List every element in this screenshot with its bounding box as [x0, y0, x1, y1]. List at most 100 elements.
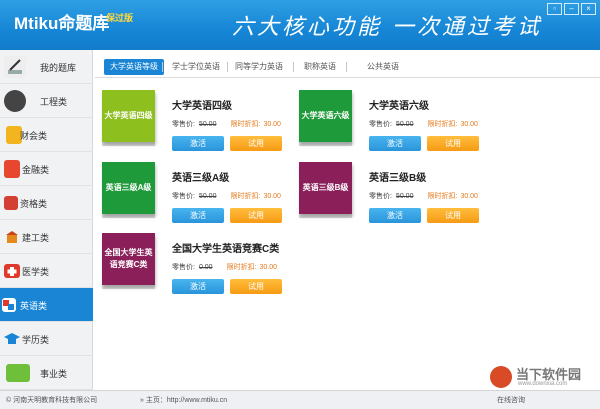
sidebar-item-english[interactable]: 英语类: [0, 288, 93, 322]
sidebar-item-accounting[interactable]: 财会类: [0, 118, 93, 152]
sidebar-item-label: 财会类: [20, 131, 48, 141]
sidebar-item-construction[interactable]: 建工类: [0, 220, 93, 254]
product-title: 大学英语六级: [369, 101, 429, 112]
discount-label: 限时折扣:: [230, 121, 261, 128]
construction-icon: [4, 229, 20, 245]
price-row: 零售价: 0.00 限时折扣: 30.00: [172, 262, 277, 272]
activate-button[interactable]: 激活: [369, 208, 421, 223]
discount-label: 限时折扣:: [226, 264, 257, 271]
product-cover[interactable]: 英语三级B级: [299, 162, 352, 218]
minimize-icon[interactable]: –: [564, 3, 579, 15]
retail-price-label: 零售价:: [369, 193, 392, 200]
watermark-url: www.downxia.com: [518, 381, 568, 387]
price-row: 零售价: 50.00 限时折扣: 30.00: [369, 191, 478, 201]
sidebar-item-finance[interactable]: 金融类: [0, 152, 93, 186]
trial-button[interactable]: 试用: [230, 208, 282, 223]
retail-price-label: 零售价:: [172, 264, 195, 271]
sidebar-item-label: 建工类: [22, 233, 50, 243]
product-title: 英语三级B级: [369, 173, 427, 184]
price-row: 零售价: 50.00 限时折扣: 30.00: [369, 119, 478, 129]
trial-button[interactable]: 试用: [230, 279, 282, 294]
retail-price: 0.00: [198, 264, 213, 271]
restore-icon[interactable]: ▫: [547, 3, 562, 15]
product-title: 英语三级A级: [172, 173, 230, 184]
pencil-icon: [4, 56, 26, 78]
product-card: 大学英语四级 大学英语四级 零售价: 50.00 限时折扣: 30.00 激活 试用: [102, 90, 292, 162]
trial-button[interactable]: 试用: [427, 208, 479, 223]
sidebar-item-label: 资格类: [20, 199, 48, 209]
retail-price: 50.00: [198, 121, 217, 128]
activate-button[interactable]: 激活: [172, 208, 224, 223]
qualification-icon: [4, 196, 18, 210]
retail-price-label: 零售价:: [172, 121, 195, 128]
trial-button[interactable]: 试用: [427, 136, 479, 151]
discount-price: 30.00: [460, 121, 478, 128]
sidebar-item-label: 学历类: [22, 335, 50, 345]
tab-bachelor-english[interactable]: 学士学位英语: [166, 59, 226, 75]
trial-button[interactable]: 试用: [230, 136, 282, 151]
discount-price: 30.00: [460, 193, 478, 200]
close-icon[interactable]: ×: [581, 3, 596, 15]
tab-separator: [293, 62, 294, 72]
product-card: 全国大学生英语竞赛C类 全国大学生英语竞赛C类 零售价: 0.00 限时折扣: 30.…: [102, 233, 292, 305]
window-controls: ▫ – ×: [547, 3, 596, 15]
price-row: 零售价: 50.00 限时折扣: 30.00: [172, 191, 281, 201]
engineering-icon: [4, 90, 26, 112]
retail-price: 50.00: [198, 193, 217, 200]
retail-price-label: 零售价:: [172, 193, 195, 200]
sidebar-item-engineering[interactable]: 工程类: [0, 84, 93, 118]
copyright-text: © 河南天明教育科技有限公司: [6, 397, 98, 404]
discount-label: 限时折扣:: [427, 193, 458, 200]
discount-price: 30.00: [263, 121, 281, 128]
status-bar: © 河南天明教育科技有限公司 » 主页：http://www.mtiku.cn …: [0, 390, 600, 409]
product-cover[interactable]: 大学英语六级: [299, 90, 352, 146]
watermark-logo-icon: [490, 366, 512, 388]
sidebar-item-label: 金融类: [22, 165, 50, 175]
sidebar-item-degree[interactable]: 学历类: [0, 322, 93, 356]
edition-badge: 保过版: [106, 13, 134, 23]
career-icon: [6, 364, 30, 382]
slogan: 六大核心功能 一次通过考试: [232, 15, 542, 40]
discount-label: 限时折扣:: [230, 193, 261, 200]
tab-public-english[interactable]: 公共英语: [361, 59, 405, 75]
tab-title-english[interactable]: 职称英语: [298, 59, 342, 75]
retail-price: 50.00: [395, 193, 414, 200]
discount-price: 30.00: [259, 264, 278, 271]
product-grid: 大学英语四级 大学英语四级 零售价: 50.00 限时折扣: 30.00 激活 试用 …: [95, 80, 600, 390]
discount-label: 限时折扣:: [427, 121, 458, 128]
sidebar-item-medical[interactable]: 医学类: [0, 254, 93, 288]
retail-price: 50.00: [395, 121, 414, 128]
product-title: 全国大学生英语竞赛C类: [172, 244, 280, 255]
discount-price: 30.00: [263, 193, 281, 200]
sidebar-item-my-bank[interactable]: 我的题库: [0, 50, 93, 84]
activate-button[interactable]: 激活: [369, 136, 421, 151]
tab-equivalent-english[interactable]: 同等学力英语: [229, 59, 289, 75]
sidebar-item-label: 事业类: [40, 369, 68, 379]
activate-button[interactable]: 激活: [172, 136, 224, 151]
tab-college-english[interactable]: 大学英语等级: [104, 59, 164, 75]
price-row: 零售价: 50.00 限时折扣: 30.00: [172, 119, 281, 129]
sidebar-item-label: 我的题库: [40, 63, 77, 73]
graduation-icon: [4, 332, 20, 346]
product-cover[interactable]: 全国大学生英语竞赛C类: [102, 233, 155, 289]
medical-icon: [4, 264, 20, 278]
category-sidebar: 我的题库 工程类 财会类 金融类 资格类 建工类 医学类 英语类 学历类 事业类: [0, 50, 93, 390]
sidebar-item-label: 英语类: [20, 301, 48, 311]
tab-separator: [162, 62, 163, 72]
online-service-link[interactable]: 在线咨询: [497, 395, 525, 405]
sidebar-item-career[interactable]: 事业类: [0, 356, 93, 390]
homepage-link[interactable]: » 主页：http://www.mtiku.cn: [140, 395, 227, 405]
sidebar-item-label: 医学类: [22, 267, 50, 277]
activate-button[interactable]: 激活: [172, 279, 224, 294]
tab-separator: [346, 62, 347, 72]
product-cover[interactable]: 大学英语四级: [102, 90, 155, 146]
sidebar-item-label: 工程类: [40, 97, 68, 107]
product-card: 英语三级A级 英语三级A级 零售价: 50.00 限时折扣: 30.00 激活 试用: [102, 162, 292, 234]
product-cover[interactable]: 英语三级A级: [102, 162, 155, 218]
product-card: 大学英语六级 大学英语六级 零售价: 50.00 限时折扣: 30.00 激活 试用: [299, 90, 489, 162]
app-header: Mtiku命题库 保过版 六大核心功能 一次通过考试 ▫ – ×: [0, 0, 600, 50]
product-title: 大学英语四级: [172, 101, 232, 112]
app-logo: Mtiku命题库: [14, 14, 110, 33]
sidebar-item-qualification[interactable]: 资格类: [0, 186, 93, 220]
product-card: 英语三级B级 英语三级B级 零售价: 50.00 限时折扣: 30.00 激活 试用: [299, 162, 489, 234]
